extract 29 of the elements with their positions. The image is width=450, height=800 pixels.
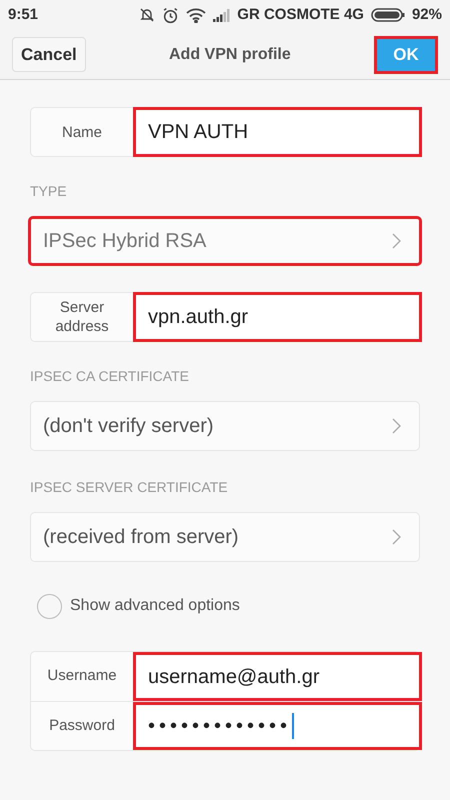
input-field[interactable]: username@auth.gr xyxy=(133,652,422,701)
chevron-right-icon xyxy=(392,529,401,545)
signal-icon xyxy=(213,8,230,22)
input-field[interactable]: vpn.auth.gr xyxy=(133,292,422,342)
option-label: Show advanced options xyxy=(70,596,240,616)
select-field[interactable]: IPSec Hybrid RSA xyxy=(28,216,422,266)
field-label: Password xyxy=(48,716,116,736)
input-field[interactable]: VPN AUTH xyxy=(133,107,422,157)
select-field[interactable]: (don't verify server) xyxy=(30,401,420,451)
notifications-off-icon xyxy=(139,7,156,23)
chevron-right-icon xyxy=(392,233,401,249)
chevron-right-icon xyxy=(392,418,401,434)
section-heading: IPSEC CA CERTIFICATE xyxy=(30,367,190,386)
input-field[interactable]: ••••••••••••• xyxy=(133,702,422,750)
carrier-name: GR COSMOTE 4G xyxy=(237,4,364,25)
select-field[interactable]: (received from server) xyxy=(30,512,420,562)
field-label: Name xyxy=(60,122,103,142)
battery-percent: 92% xyxy=(412,4,442,25)
field-label: Server address xyxy=(54,298,110,337)
radio-button[interactable] xyxy=(37,594,62,618)
section-heading: TYPE xyxy=(30,182,68,201)
field-label: Username xyxy=(46,666,118,686)
screen-title: Add VPN profile xyxy=(168,44,292,64)
battery-icon xyxy=(370,8,405,22)
wifi-icon xyxy=(186,8,206,22)
alarm-clock-icon xyxy=(162,6,180,24)
status-time: 9:51 xyxy=(8,4,38,25)
section-heading: IPSEC SERVER CERTIFICATE xyxy=(30,478,229,497)
cancel-button[interactable]: Cancel xyxy=(12,37,86,72)
